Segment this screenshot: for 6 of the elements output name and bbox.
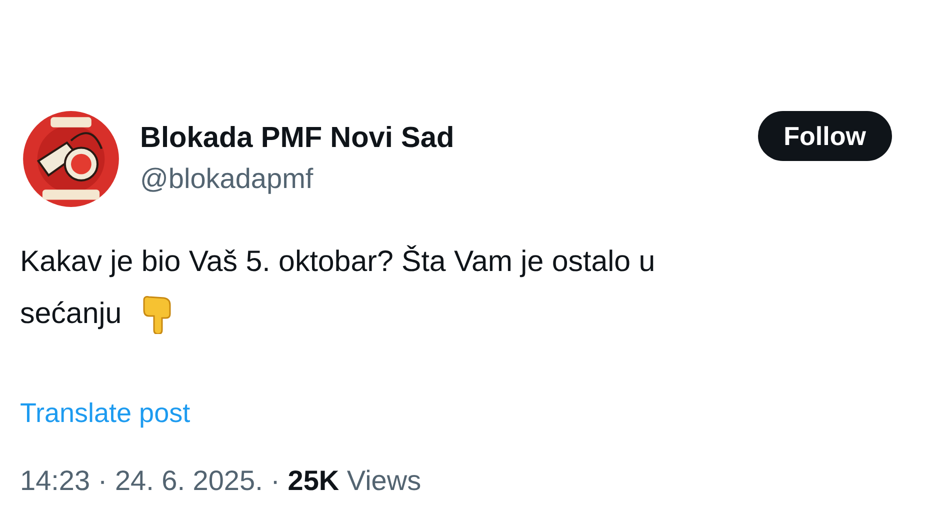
post-text: sećanju <box>20 296 122 332</box>
author-handle[interactable]: @blokadapmf <box>140 162 740 196</box>
post-meta: 14:23 · 24. 6. 2025. · 25K Views <box>20 464 422 498</box>
post-text: Kakav je bio Vaš 5. oktobar? Šta Vam je ostalo u <box>20 244 656 280</box>
follow-button[interactable]: Follow <box>758 111 892 161</box>
author-name[interactable]: Blokada PMF Novi Sad <box>140 120 740 156</box>
